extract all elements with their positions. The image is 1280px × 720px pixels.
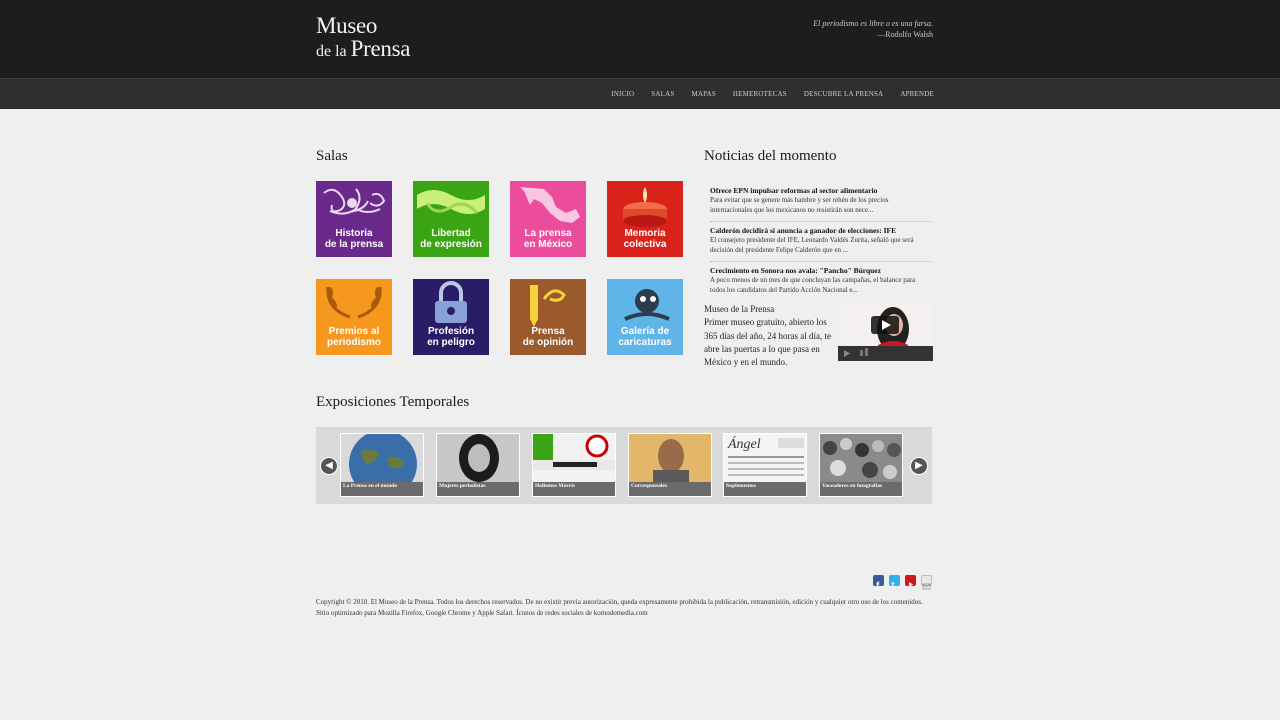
twitter-icon[interactable]: t <box>889 575 900 590</box>
tile-label: Prensa de opinión <box>522 326 574 348</box>
logo-line2b: Prensa <box>350 36 411 61</box>
exposicion-item[interactable]: Mujeres periodistas <box>436 433 520 497</box>
exposicion-caption: La Prensa en el mundo <box>341 482 423 496</box>
site-header: Museo de la Prensa El periodismo es libr… <box>0 0 1280 78</box>
carousel-next-button[interactable]: ▶ <box>910 457 928 475</box>
news-divider <box>710 261 932 262</box>
newspaper-image: Ángel <box>724 434 806 484</box>
footer-copyright: Copyright © 2010. El Museo de la Prensa.… <box>316 598 923 617</box>
nav-item-aprende[interactable]: APRENDE <box>900 90 934 98</box>
tile-libertad[interactable]: Libertad de expresión <box>413 181 489 257</box>
crowd-photo-image <box>820 434 902 484</box>
svg-text:Ángel: Ángel <box>727 435 761 452</box>
main-nav: INICIO SALAS MAPAS HEMEROTECAS DESCUBRE … <box>0 78 1280 109</box>
exposicion-caption: Mujeres periodistas <box>437 482 519 496</box>
exposiciones-carousel: ◀ La Prensa en el mundo Mujeres periodis… <box>316 427 932 504</box>
tile-profesion[interactable]: Profesión en peligro <box>413 279 489 355</box>
youtube-icon[interactable] <box>905 575 916 587</box>
news-headline[interactable]: Crecimiento en Sonora nos avala: "Pancho… <box>710 266 932 276</box>
quote-author: —Rodolfo Walsh <box>877 30 933 39</box>
salas-title: Salas <box>316 148 348 164</box>
tile-prensa-opinion[interactable]: Prensa de opinión <box>510 279 586 355</box>
tile-prensa-mexico[interactable]: La prensa en México <box>510 181 586 257</box>
tile-galeria[interactable]: Galería de caricaturas <box>607 279 683 355</box>
nav-item-mapas[interactable]: MAPAS <box>691 90 715 98</box>
nav-item-descubre[interactable]: DESCUBRE LA PRENSA <box>804 90 883 98</box>
museo-title: Museo de la Prensa <box>704 304 775 314</box>
news-summary: A poco menos de un mes de que concluyan … <box>710 276 916 294</box>
tile-label: La prensa en México <box>523 228 573 250</box>
tile-label: Historia de la prensa <box>324 228 384 250</box>
news-divider <box>710 221 932 222</box>
video-player[interactable] <box>838 303 933 361</box>
quote-text: El periodismo es libre o es una farsa. <box>813 19 933 28</box>
site-logo[interactable]: Museo de la Prensa <box>316 14 410 60</box>
facebook-icon[interactable]: f <box>873 575 884 592</box>
exposicion-item[interactable]: Hollemos Morris <box>532 433 616 497</box>
news-summary: Para evitar que se genere más hambre y s… <box>710 196 889 214</box>
news-item[interactable]: Ofrece EPN impulsar reformas al sector a… <box>710 186 932 215</box>
globe-image <box>341 434 423 484</box>
exposicion-item[interactable]: Voceadores en fotografías <box>819 433 903 497</box>
tile-label: Galería de caricaturas <box>618 326 672 348</box>
tile-label: Libertad de expresión <box>420 228 482 250</box>
news-item[interactable]: Crecimiento en Sonora nos avala: "Pancho… <box>710 266 932 295</box>
news-headline[interactable]: Ofrece EPN impulsar reformas al sector a… <box>710 186 932 196</box>
museo-description: Museo de la Prensa Primer museo gratuito… <box>704 303 834 369</box>
tile-premios[interactable]: Premios al periodismo <box>316 279 392 355</box>
museo-body: Primer museo gratuito, abierto los 365 d… <box>704 317 831 368</box>
nav-item-salas[interactable]: SALAS <box>651 90 674 98</box>
exposiciones-title: Exposiciones Temporales <box>316 394 470 410</box>
tile-label: Profesión en peligro <box>427 326 475 348</box>
nav-item-hemerotecas[interactable]: HEMEROTECAS <box>733 90 787 98</box>
svg-text:f: f <box>876 581 880 590</box>
woman-portrait-image <box>437 434 519 484</box>
tile-historia[interactable]: Historia de la prensa <box>316 181 392 257</box>
carousel-prev-button[interactable]: ◀ <box>320 457 338 475</box>
news-headline[interactable]: Calderón decidirá si anuncia a ganador d… <box>710 226 932 236</box>
exposicion-caption: Hollemos Morris <box>533 482 615 496</box>
news-summary: El consejero presidente del IFE, Leonard… <box>710 236 914 254</box>
mail-icon[interactable] <box>921 575 932 590</box>
logo-line1: Museo <box>316 13 378 38</box>
poster-image <box>533 434 615 484</box>
nav-item-inicio[interactable]: INICIO <box>611 90 634 98</box>
exposicion-caption: Corresponsales <box>629 482 711 496</box>
tile-label: Premios al periodismo <box>327 326 381 348</box>
video-thumbnail <box>838 303 933 361</box>
header-quote: El periodismo es libre o es una farsa. —… <box>813 18 933 40</box>
man-portrait-image <box>629 434 711 484</box>
exposicion-item[interactable]: Ángel Suplementos <box>723 433 807 497</box>
logo-line2a: de la <box>316 43 347 60</box>
exposicion-item[interactable]: Corresponsales <box>628 433 712 497</box>
exposicion-caption: Suplementos <box>724 482 806 496</box>
noticias-title: Noticias del momento <box>704 148 837 164</box>
exposicion-caption: Voceadores en fotografías <box>820 482 902 496</box>
svg-text:t: t <box>892 580 895 590</box>
exposicion-item[interactable]: La Prensa en el mundo <box>340 433 424 497</box>
tile-label: Memoria colectiva <box>623 228 667 250</box>
news-item[interactable]: Calderón decidirá si anuncia a ganador d… <box>710 226 932 255</box>
tile-memoria[interactable]: Memoria colectiva <box>607 181 683 257</box>
